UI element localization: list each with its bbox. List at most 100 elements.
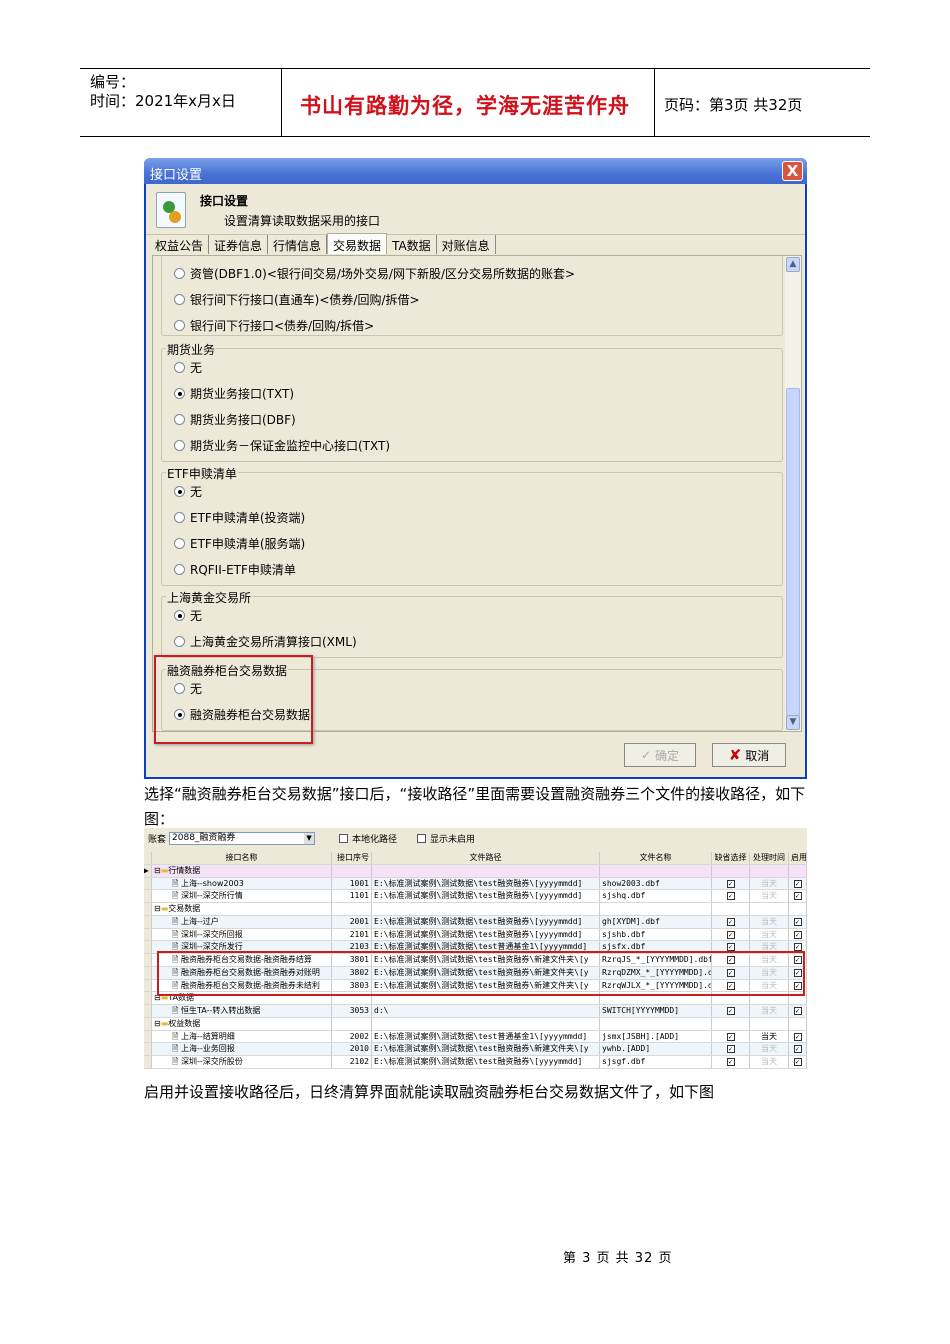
default-select-checkbox[interactable]: ✓ bbox=[726, 892, 735, 901]
default-select-checkbox[interactable]: ✓ bbox=[726, 930, 735, 939]
column-header[interactable]: 接口名称 bbox=[152, 852, 332, 864]
collapse-icon[interactable]: ⊟ bbox=[154, 1019, 161, 1028]
file-path[interactable]: E:\标准测试案例\测试数据\test融资融券\[yyyymmdd] bbox=[372, 928, 600, 941]
enabled-checkbox[interactable]: ✓ bbox=[793, 1032, 802, 1041]
process-time[interactable]: 当天 bbox=[750, 928, 789, 941]
enabled-checkbox[interactable]: ✓ bbox=[793, 892, 802, 901]
enabled-checkbox[interactable]: ✓ bbox=[793, 879, 802, 888]
default-select-checkbox[interactable]: ✓ bbox=[726, 1045, 735, 1054]
cancel-button[interactable]: ✘ 取消 bbox=[712, 743, 786, 767]
radio-button[interactable] bbox=[174, 512, 185, 523]
process-time[interactable]: 当天 bbox=[750, 890, 789, 902]
radio-option[interactable]: 资管(DBF1.0)<银行间交易/场外交易/网下新股/区分交易所数据的账套> bbox=[174, 265, 575, 282]
group-row[interactable]: ⊟▬交易数据 bbox=[144, 903, 807, 916]
tab-5[interactable]: 对账信息 bbox=[437, 235, 496, 254]
radio-button[interactable] bbox=[174, 268, 185, 279]
tab-2[interactable]: 行情信息 bbox=[268, 235, 328, 254]
radio-option[interactable]: 无 bbox=[174, 359, 202, 376]
radio-option[interactable]: ETF申赎清单(投资端) bbox=[174, 509, 305, 526]
radio-button[interactable] bbox=[174, 636, 185, 647]
table-row[interactable]: 🗎 上海--业务回报 2010 E:\标准测试案例\测试数据\test融资融券\新建… bbox=[144, 1043, 807, 1056]
enabled-checkbox[interactable]: ✓ bbox=[793, 1007, 802, 1015]
default-select-checkbox[interactable]: ✓ bbox=[726, 1058, 735, 1066]
scrollbar-thumb[interactable] bbox=[786, 388, 800, 716]
show-disabled-checkbox[interactable] bbox=[417, 834, 427, 843]
table-row[interactable]: 🗎 恒生TA--转入转出数据 3053 d:\ SWITCH[YYYYMMDD] ✓ 当天… bbox=[144, 1005, 807, 1018]
file-name[interactable]: sjshq.dbf bbox=[600, 890, 712, 902]
file-name[interactable]: gh[XYDM].dbf bbox=[600, 915, 712, 928]
enabled-checkbox[interactable]: ✓ bbox=[793, 930, 802, 939]
column-header[interactable]: 处理时间 bbox=[750, 852, 789, 864]
group-row[interactable]: ⊟▬权益数据 bbox=[144, 1017, 807, 1031]
radio-button[interactable] bbox=[174, 610, 185, 621]
collapse-icon[interactable]: ⊟ bbox=[154, 904, 161, 913]
file-name[interactable]: ywhb.[ADD] bbox=[600, 1043, 712, 1055]
file-name[interactable]: sjshb.dbf bbox=[600, 928, 712, 941]
file-path[interactable]: E:\标准测试案例\测试数据\test融资融券\[yyyymmdd] bbox=[372, 915, 600, 928]
close-button[interactable]: X bbox=[782, 161, 803, 181]
column-header[interactable]: 文件路径 bbox=[372, 852, 600, 864]
radio-option[interactable]: 无 bbox=[174, 483, 202, 500]
column-header[interactable]: 接口序号 bbox=[332, 852, 372, 864]
radio-button[interactable] bbox=[174, 414, 185, 425]
process-time[interactable]: 当天 bbox=[750, 915, 789, 928]
column-header[interactable]: 缺省选择 bbox=[712, 852, 750, 864]
process-time[interactable]: 当天 bbox=[750, 1005, 789, 1017]
radio-option[interactable]: ETF申赎清单(服务端) bbox=[174, 535, 305, 552]
process-time[interactable]: 当天 bbox=[750, 1043, 789, 1055]
radio-button[interactable] bbox=[174, 440, 185, 451]
radio-button[interactable] bbox=[174, 486, 185, 497]
file-path[interactable]: E:\标准测试案例\测试数据\test融资融券\[yyyymmdd] bbox=[372, 877, 600, 890]
enabled-checkbox[interactable]: ✓ bbox=[793, 1045, 802, 1054]
table-row[interactable]: 🗎 深圳--深交所回报 2101 E:\标准测试案例\测试数据\test融资融券\[… bbox=[144, 928, 807, 942]
file-path[interactable]: E:\标准测试案例\测试数据\test融资融券\新建文件夹\[y bbox=[372, 1043, 600, 1055]
group-row[interactable]: ▶ ⊟▬行情数据 bbox=[144, 864, 807, 878]
radio-option[interactable]: 银行间下行接口(直通车)<债券/回购/拆借> bbox=[174, 291, 420, 308]
ok-button[interactable]: ✓ 确定 bbox=[624, 743, 696, 767]
default-select-checkbox[interactable]: ✓ bbox=[726, 917, 735, 926]
table-row[interactable]: 🗎 深圳--深交所行情 1101 E:\标准测试案例\测试数据\test融资融券\[… bbox=[144, 890, 807, 903]
table-row[interactable]: 🗎 上海--show2003 1001 E:\标准测试案例\测试数据\test融资融… bbox=[144, 877, 807, 891]
radio-option[interactable]: 期货业务－保证金监控中心接口(TXT) bbox=[174, 437, 390, 454]
collapse-icon[interactable]: ⊟ bbox=[154, 866, 161, 875]
process-time[interactable]: 当天 bbox=[750, 1056, 789, 1068]
tab-1[interactable]: 证券信息 bbox=[209, 235, 269, 254]
file-name[interactable]: SWITCH[YYYYMMDD] bbox=[600, 1005, 712, 1017]
file-path[interactable]: E:\标准测试案例\测试数据\test融资融券\[yyyymmdd] bbox=[372, 1056, 600, 1068]
default-select-checkbox[interactable]: ✓ bbox=[726, 1007, 735, 1015]
local-path-checkbox[interactable] bbox=[339, 834, 349, 843]
file-path[interactable]: E:\标准测试案例\测试数据\test普通基金1\[yyyymmdd] bbox=[372, 1030, 600, 1043]
tab-3[interactable]: 交易数据 bbox=[327, 233, 388, 254]
tab-0[interactable]: 权益公告 bbox=[150, 235, 210, 254]
file-path[interactable]: E:\标准测试案例\测试数据\test融资融券\[yyyymmdd] bbox=[372, 890, 600, 902]
radio-option[interactable]: 期货业务接口(TXT) bbox=[174, 385, 294, 402]
radio-button[interactable] bbox=[174, 320, 185, 331]
radio-option[interactable]: 上海黄金交易所清算接口(XML) bbox=[174, 633, 357, 650]
account-select[interactable]: 2088_融资融券 ▼ bbox=[169, 832, 316, 845]
table-row[interactable]: 🗎 上海--结算明细 2002 E:\标准测试案例\测试数据\test普通基金1\[… bbox=[144, 1030, 807, 1044]
file-name[interactable]: show2003.dbf bbox=[600, 877, 712, 890]
radio-option[interactable]: 无 bbox=[174, 607, 202, 624]
vertical-scrollbar[interactable]: ▲ ▼ bbox=[785, 256, 801, 731]
tab-4[interactable]: TA数据 bbox=[387, 235, 437, 254]
table-row[interactable]: 🗎 深圳--深交所股份 2102 E:\标准测试案例\测试数据\test融资融券\[… bbox=[144, 1056, 807, 1069]
file-name[interactable]: sjsgf.dbf bbox=[600, 1056, 712, 1068]
enabled-checkbox[interactable]: ✓ bbox=[793, 917, 802, 926]
file-name[interactable]: jsmx[JSBH].[ADD] bbox=[600, 1030, 712, 1043]
radio-button[interactable] bbox=[174, 294, 185, 305]
radio-option[interactable]: 银行间下行接口<债券/回购/拆借> bbox=[174, 317, 374, 334]
radio-option[interactable]: 期货业务接口(DBF) bbox=[174, 411, 296, 428]
radio-button[interactable] bbox=[174, 538, 185, 549]
radio-button[interactable] bbox=[174, 388, 185, 399]
enabled-checkbox[interactable]: ✓ bbox=[793, 1058, 802, 1066]
column-header[interactable]: 文件名称 bbox=[600, 852, 712, 864]
radio-button[interactable] bbox=[174, 362, 185, 373]
process-time[interactable]: 当天 bbox=[750, 1030, 789, 1043]
process-time[interactable]: 当天 bbox=[750, 877, 789, 890]
column-header[interactable]: 启用 bbox=[789, 852, 807, 864]
default-select-checkbox[interactable]: ✓ bbox=[726, 1032, 735, 1041]
scroll-down-icon[interactable]: ▼ bbox=[786, 715, 800, 730]
radio-option[interactable]: RQFII-ETF申赎清单 bbox=[174, 561, 296, 578]
table-row[interactable]: 🗎 上海--过户 2001 E:\标准测试案例\测试数据\test融资融券\[yyy… bbox=[144, 915, 807, 929]
default-select-checkbox[interactable]: ✓ bbox=[726, 879, 735, 888]
